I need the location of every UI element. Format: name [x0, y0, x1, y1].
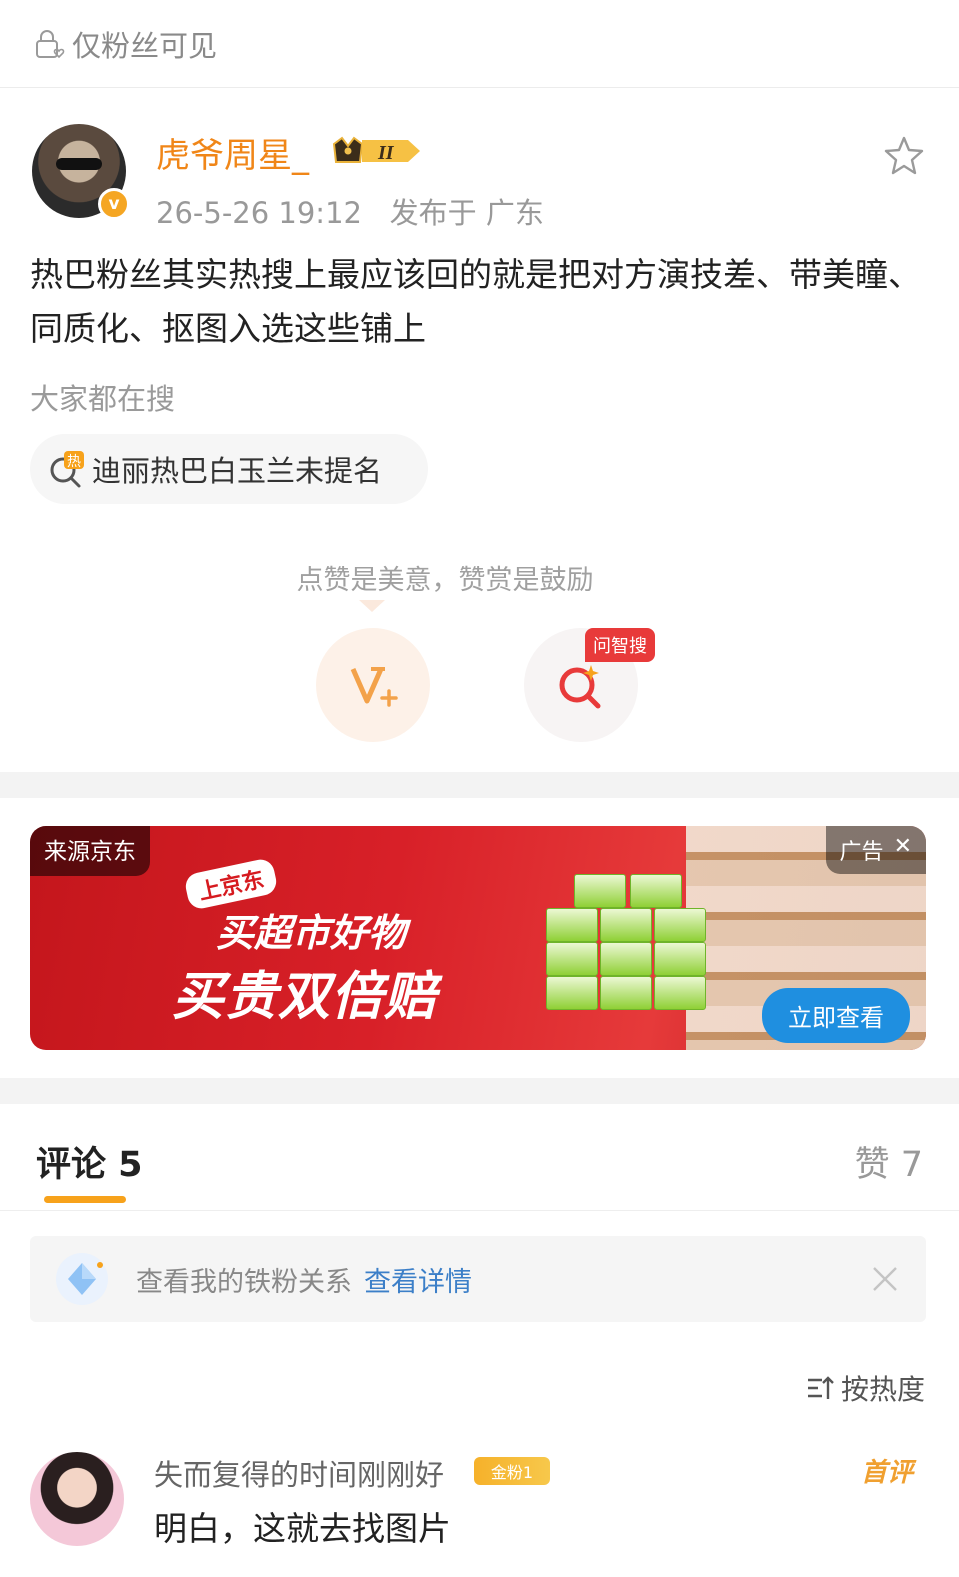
- visibility-label: 仅粉丝可见: [72, 28, 218, 63]
- close-icon[interactable]: ✕: [894, 834, 912, 866]
- ad-source: 来源京东: [30, 826, 150, 876]
- comment-text: 明白，这就去找图片: [154, 1509, 451, 1548]
- commenter-name[interactable]: 失而复得的时间刚刚好: [154, 1452, 444, 1494]
- crown-level-icon: II: [332, 136, 420, 164]
- ad-headline-1: 买超市好物: [216, 911, 407, 955]
- fans-relation-bar[interactable]: 查看我的铁粉关系 查看详情: [30, 1236, 926, 1322]
- ad-tag-label: 广告: [839, 840, 884, 865]
- sort-control[interactable]: 按热度: [805, 1368, 925, 1408]
- commenter-avatar[interactable]: [30, 1452, 124, 1546]
- section-divider: [0, 1078, 959, 1104]
- ad-banner[interactable]: 来源京东 广告 ✕ 上京东 买超市好物 买贵双倍赔 立即查看: [30, 826, 926, 1050]
- tabs-divider: [0, 1210, 959, 1211]
- avatar-glasses: [56, 158, 102, 170]
- sort-icon: [807, 1376, 834, 1399]
- like-hint: 点赞是美意，赞赏是鼓励: [296, 565, 594, 596]
- section-divider: [0, 772, 959, 798]
- diamond-icon: [56, 1253, 108, 1305]
- reward-button[interactable]: [316, 628, 430, 742]
- author-avatar[interactable]: v: [32, 124, 130, 220]
- first-comment-tag: 首评: [860, 1458, 913, 1488]
- ad-headline-2: 买贵双倍赔: [172, 967, 438, 1027]
- post-meta: 26-5-26 19:12 发布于 广东: [156, 190, 544, 232]
- reward-v-icon: [350, 667, 398, 707]
- hot-search-pill[interactable]: 热 迪丽热巴白玉兰未提名: [30, 434, 428, 504]
- level-badge-text: II: [377, 142, 395, 164]
- verified-v-icon: v: [98, 188, 130, 220]
- close-icon[interactable]: [870, 1264, 900, 1294]
- post-body: 热巴粉丝其实热搜上最应该回的就是把对方演技差、带美瞳、同质化、抠图入选这些铺上: [30, 255, 921, 348]
- tab-comments[interactable]: 评论 5: [36, 1136, 143, 1187]
- sort-label: 按热度: [840, 1373, 925, 1406]
- visibility-bar: 仅粉丝可见: [0, 0, 959, 88]
- ad-cta-button[interactable]: 立即查看: [762, 988, 910, 1043]
- smart-search-icon: [559, 665, 601, 709]
- fans-relation-text: 查看我的铁粉关系: [136, 1266, 352, 1298]
- hot-search-icon: 热: [50, 451, 84, 488]
- post-location: 发布于 广东: [389, 196, 544, 230]
- fan-level-badge: 金粉1: [474, 1457, 550, 1485]
- tab-likes[interactable]: 赞 7: [855, 1136, 923, 1187]
- hint-caret: [359, 600, 385, 612]
- lock-heart-icon: [36, 29, 65, 58]
- hot-tag-text: 热: [67, 454, 81, 470]
- active-tab-indicator: [44, 1196, 126, 1203]
- author-name[interactable]: 虎爷周星_: [156, 128, 309, 177]
- post-time: 26-5-26 19:12: [156, 196, 362, 230]
- favorite-star-icon[interactable]: [882, 134, 926, 178]
- tissue-product-image: [546, 874, 706, 1030]
- hot-search-text: 迪丽热巴白玉兰未提名: [92, 454, 383, 488]
- fans-relation-link[interactable]: 查看详情: [364, 1260, 472, 1299]
- trending-label: 大家都在搜: [30, 382, 176, 416]
- ad-tag[interactable]: 广告 ✕: [825, 826, 926, 874]
- zhisou-tag: 问智搜: [585, 628, 655, 662]
